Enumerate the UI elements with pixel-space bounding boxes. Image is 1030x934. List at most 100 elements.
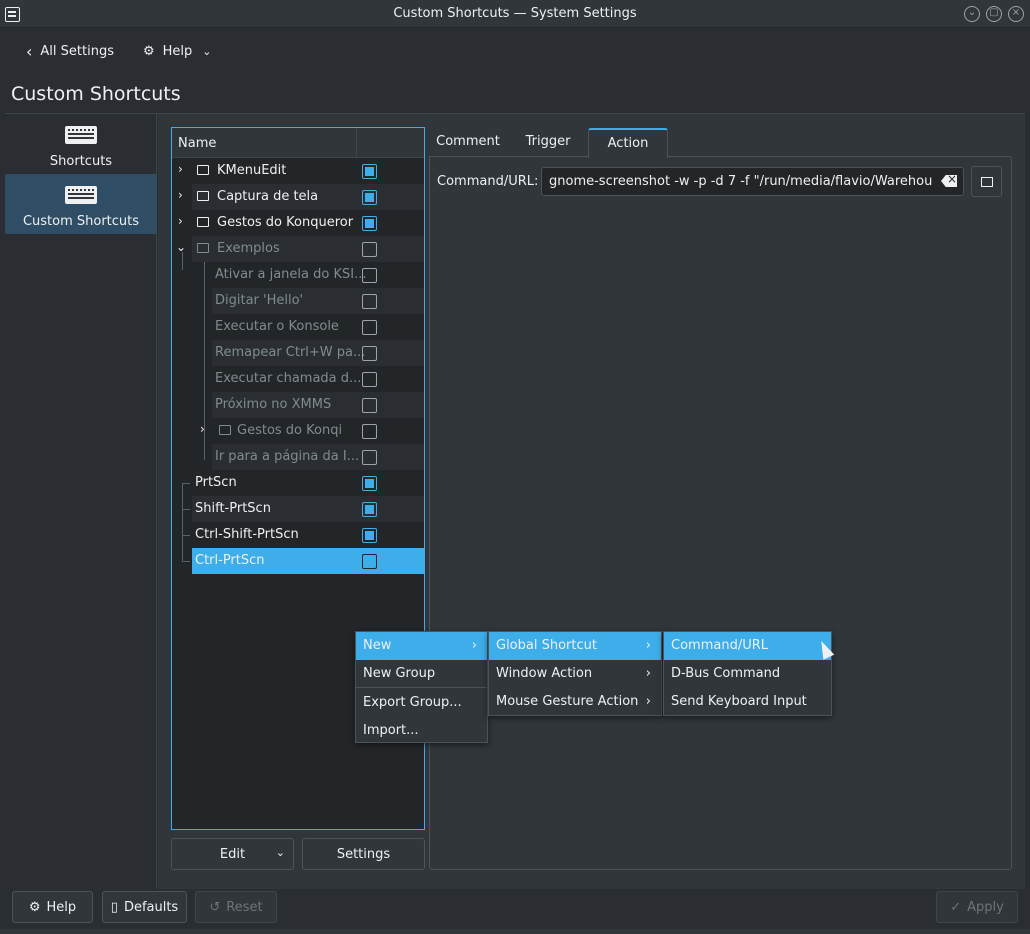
tree-row[interactable]: Shift-PrtScn: [172, 496, 424, 522]
submenu-global-shortcut: Command/URL D-Bus Command Send Keyboard …: [663, 631, 832, 716]
chevron-down-icon: ⌄: [275, 846, 285, 859]
context-menu: New › New Group Export Group... Import..…: [355, 631, 488, 743]
enabled-checkbox[interactable]: [362, 346, 377, 361]
title-bar: Custom Shortcuts — System Settings ⌄ ▢ ×: [0, 0, 1030, 28]
enabled-checkbox[interactable]: [362, 502, 377, 517]
enabled-checkbox[interactable]: [362, 294, 377, 309]
edit-menu-button[interactable]: Edit ⌄: [171, 838, 294, 870]
enabled-checkbox[interactable]: [362, 476, 377, 491]
submenu-new: Global Shortcut › Window Action › Mouse …: [488, 631, 662, 716]
tree-row[interactable]: Executar chamada d...: [172, 366, 424, 392]
keyboard-icon: [65, 186, 97, 204]
settings-button[interactable]: Settings: [302, 838, 425, 870]
enabled-checkbox[interactable]: [362, 216, 377, 231]
enabled-checkbox[interactable]: [362, 164, 377, 179]
menu-item-dbus-command[interactable]: D-Bus Command: [664, 660, 831, 688]
tree-row[interactable]: ⌄ Exemplos: [172, 236, 424, 262]
defaults-button[interactable]: ▯ Defaults: [102, 891, 187, 923]
undo-icon: ↺: [209, 899, 221, 915]
enabled-checkbox[interactable]: [362, 320, 377, 335]
window-frame: [0, 929, 1030, 934]
tree-header: Name: [172, 128, 424, 158]
chevron-left-icon: ‹: [26, 41, 33, 61]
help-icon: ⚙: [28, 899, 41, 915]
tab-trigger[interactable]: Trigger: [510, 128, 586, 156]
chevron-right-icon[interactable]: ›: [178, 214, 183, 228]
folder-icon: [197, 243, 209, 253]
menu-item-command-url[interactable]: Command/URL: [664, 632, 831, 660]
folder-icon: [197, 217, 209, 227]
menu-item-import[interactable]: Import...: [356, 717, 487, 745]
page-title: Custom Shortcuts: [11, 83, 181, 105]
menu-item-global-shortcut[interactable]: Global Shortcut ›: [489, 632, 661, 660]
window-title: Custom Shortcuts — System Settings: [393, 6, 637, 21]
sidebar-item-custom-shortcuts[interactable]: Custom Shortcuts: [5, 174, 157, 234]
tree-row[interactable]: › Gestos do Konqi: [172, 418, 424, 444]
folder-icon: [197, 165, 209, 175]
action-tab-panel: [429, 156, 1012, 870]
tab-comment[interactable]: Comment: [430, 128, 506, 156]
tree-row[interactable]: › Gestos do Konqueror: [172, 210, 424, 236]
chevron-right-icon: ›: [645, 638, 651, 653]
clear-icon[interactable]: [941, 175, 957, 187]
sidebar-item-shortcuts[interactable]: Shortcuts: [5, 114, 157, 174]
enabled-checkbox[interactable]: [362, 372, 377, 387]
enabled-checkbox[interactable]: [362, 424, 377, 439]
chevron-down-icon: ⌄: [202, 44, 212, 58]
tree-row-selected[interactable]: Ctrl-PrtScn: [172, 548, 424, 574]
bottom-bar: ⚙ Help ▯ Defaults ↺ Reset ✓ Apply: [0, 889, 1030, 934]
chevron-right-icon[interactable]: ›: [178, 162, 183, 176]
help-button[interactable]: ⚙ Help: [12, 891, 93, 923]
enabled-checkbox[interactable]: [362, 268, 377, 283]
enabled-checkbox[interactable]: [362, 242, 377, 257]
enabled-checkbox[interactable]: [362, 554, 377, 569]
enabled-checkbox[interactable]: [362, 450, 377, 465]
tree-row[interactable]: › Captura de tela: [172, 184, 424, 210]
keyboard-icon: [65, 126, 97, 144]
reset-button[interactable]: ↺ Reset: [195, 891, 277, 923]
tree-row[interactable]: Ir para a página da I...: [172, 444, 424, 470]
command-url-label: Command/URL:: [437, 174, 539, 189]
maximize-icon[interactable]: ▢: [986, 6, 1002, 22]
menu-item-export-group[interactable]: Export Group...: [356, 689, 487, 717]
chevron-right-icon[interactable]: ›: [200, 422, 205, 436]
menu-item-new-group[interactable]: New Group: [356, 660, 487, 688]
folder-icon: [197, 191, 209, 201]
apply-button[interactable]: ✓ Apply: [936, 891, 1018, 923]
folder-icon: [219, 425, 231, 435]
browse-button[interactable]: [971, 166, 1002, 197]
enabled-checkbox[interactable]: [362, 398, 377, 413]
menu-item-mouse-gesture-action[interactable]: Mouse Gesture Action ›: [489, 688, 661, 716]
chevron-right-icon: ›: [645, 666, 651, 681]
tree-row[interactable]: › KMenuEdit: [172, 158, 424, 184]
check-icon: ✓: [950, 899, 962, 915]
tree-row[interactable]: Remapear Ctrl+W pa...: [172, 340, 424, 366]
menu-item-new[interactable]: New ›: [356, 632, 487, 660]
document-icon: ▯: [110, 899, 118, 915]
enabled-checkbox[interactable]: [362, 528, 377, 543]
help-menu-button[interactable]: ⚙ Help ⌄: [143, 39, 212, 63]
all-settings-button[interactable]: ‹ All Settings: [26, 39, 114, 63]
tree-row[interactable]: PrtScn: [172, 470, 424, 496]
menu-item-send-keyboard-input[interactable]: Send Keyboard Input: [664, 688, 831, 716]
menu-item-window-action[interactable]: Window Action ›: [489, 660, 661, 688]
chevron-right-icon: ›: [645, 694, 651, 709]
column-header-name[interactable]: Name: [178, 136, 216, 151]
command-url-input[interactable]: gnome-screenshot -w -p -d 7 -f "/run/med…: [541, 167, 964, 196]
tree-row[interactable]: Digitar 'Hello': [172, 288, 424, 314]
tree-row[interactable]: Próximo no XMMS: [172, 392, 424, 418]
tree-row[interactable]: Executar o Konsole: [172, 314, 424, 340]
toolbar: ‹ All Settings ⚙ Help ⌄: [0, 29, 1030, 73]
enabled-checkbox[interactable]: [362, 190, 377, 205]
close-icon[interactable]: ×: [1008, 6, 1024, 22]
sidebar: Shortcuts Custom Shortcuts: [5, 114, 157, 889]
tree-row[interactable]: Ctrl-Shift-PrtScn: [172, 522, 424, 548]
chevron-right-icon: ›: [471, 638, 477, 653]
chevron-right-icon[interactable]: ›: [178, 188, 183, 202]
chevron-down-icon[interactable]: ⌄: [176, 240, 186, 254]
folder-icon: [981, 177, 993, 187]
help-icon: ⚙: [143, 43, 155, 59]
tree-row[interactable]: Ativar a janela do KSI...: [172, 262, 424, 288]
minimize-icon[interactable]: ⌄: [964, 6, 980, 22]
tab-action-overlay[interactable]: Action: [588, 128, 668, 158]
